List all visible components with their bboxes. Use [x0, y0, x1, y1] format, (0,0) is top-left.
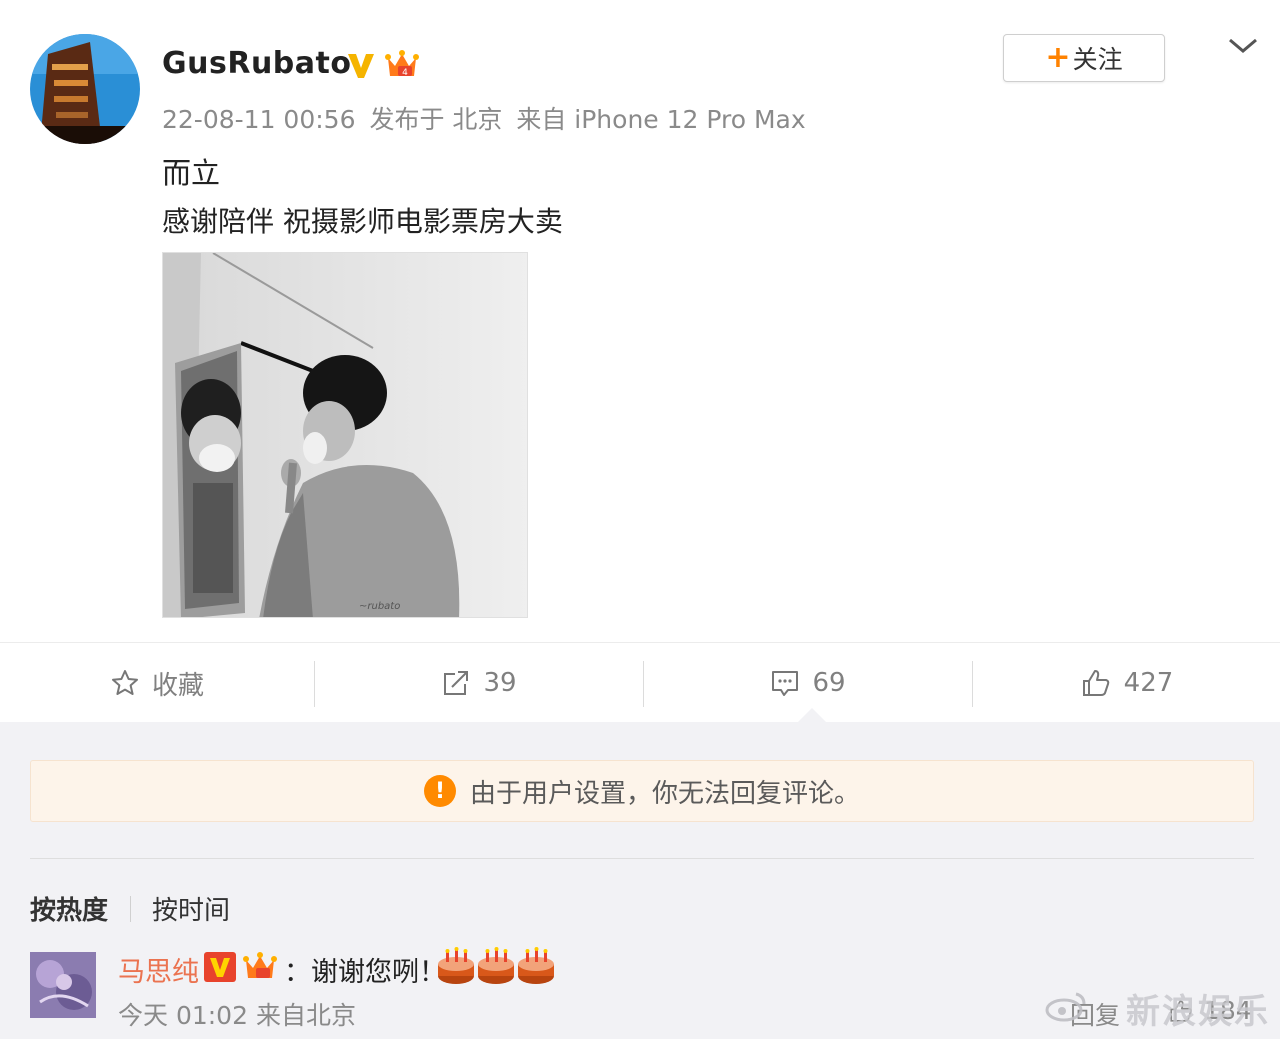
comment-author[interactable]: 马思纯 — [118, 950, 199, 989]
follow-button[interactable]: + 关注 — [1003, 34, 1165, 82]
post-meta: 22-08-11 00:56 发布于 北京 来自 iPhone 12 Pro M… — [162, 100, 812, 136]
plus-icon: + — [1045, 40, 1071, 75]
action-bar: 收藏 39 69 427 — [0, 642, 1280, 722]
cake-icon — [518, 947, 554, 984]
like-button[interactable]: 427 — [973, 643, 1280, 723]
comment-icon — [772, 671, 799, 696]
sort-by-time-tab[interactable]: 按时间 — [152, 890, 230, 927]
post-card: GusRubato 4 22-08-11 00:56 发布于 北京 来自 iPh… — [0, 0, 1280, 722]
comment-emojis — [436, 946, 556, 986]
sort-divider — [130, 896, 131, 922]
cake-icon — [438, 947, 474, 984]
star-icon — [111, 670, 138, 695]
sort-by-hot-tab[interactable]: 按热度 — [30, 890, 108, 927]
section-divider — [30, 858, 1254, 859]
post-device: 来自 iPhone 12 Pro Max — [516, 105, 806, 134]
cake-icon — [478, 947, 514, 984]
avatar[interactable] — [30, 34, 140, 144]
comment-text: ：谢谢您咧！ — [284, 957, 446, 988]
repost-icon — [444, 671, 469, 695]
post-text-line2: 感谢陪伴 祝摄影师电影票房大卖 — [162, 205, 563, 238]
comment-meta: 今天 01:02 来自北京 — [118, 1001, 356, 1030]
verified-v-icon — [204, 952, 236, 982]
reply-restricted-notice: ! 由于用户设置，你无法回复评论。 — [30, 760, 1254, 822]
like-count: 427 — [1123, 668, 1174, 698]
post-text-line1: 而立 — [162, 156, 221, 190]
svg-text:~rubato: ~rubato — [359, 601, 400, 612]
post-photo[interactable]: ~rubato — [162, 252, 528, 618]
follow-label: 关注 — [1072, 45, 1123, 74]
repost-button[interactable]: 39 — [315, 643, 643, 723]
post-location: 发布于 北京 — [369, 105, 503, 134]
comment-caret — [798, 708, 826, 722]
repost-count: 39 — [483, 668, 517, 698]
warning-icon: ! — [423, 775, 456, 807]
watermark: 新浪娱乐 — [1126, 992, 1270, 1032]
svg-text:4: 4 — [402, 68, 408, 78]
favorite-button[interactable]: 收藏 — [0, 643, 314, 723]
username[interactable]: GusRubato — [162, 46, 351, 81]
post-timestamp[interactable]: 22-08-11 00:56 — [162, 105, 355, 134]
verified-v-icon — [346, 50, 376, 80]
thumbs-up-icon — [1082, 670, 1109, 696]
crown-icon: 4 — [384, 46, 420, 82]
favorite-label: 收藏 — [151, 670, 204, 701]
crown-icon — [242, 948, 278, 984]
chevron-down-icon[interactable] — [1226, 36, 1260, 56]
notice-text: 由于用户设置，你无法回复评论。 — [469, 778, 860, 809]
weibo-logo-icon — [1044, 990, 1088, 1022]
comment-count: 69 — [812, 668, 846, 698]
comment-avatar[interactable] — [30, 952, 96, 1018]
